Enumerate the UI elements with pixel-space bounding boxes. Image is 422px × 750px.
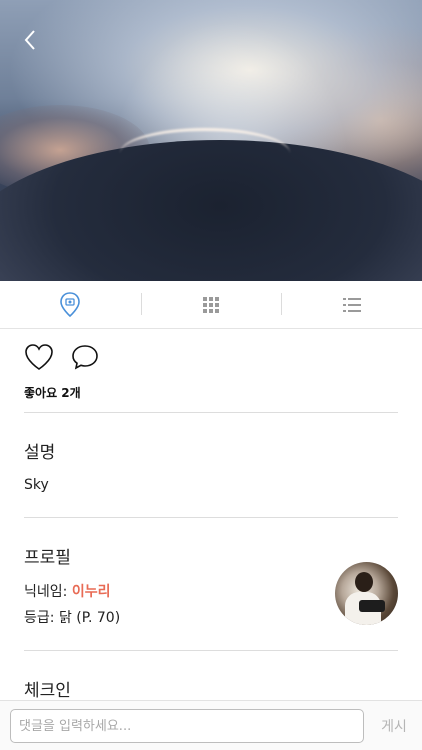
comment-bubble-icon[interactable] [70, 343, 100, 371]
grid-icon [203, 296, 219, 313]
tab-list[interactable] [281, 281, 422, 328]
heart-icon[interactable] [24, 343, 54, 371]
tab-grid[interactable] [140, 281, 282, 328]
checkin-title: 체크인 [24, 681, 71, 701]
description-text: Sky [24, 477, 49, 493]
avatar-object [359, 600, 385, 612]
view-tabs [0, 281, 422, 329]
grade-row: 등급: 닭 (P. 70) [24, 607, 120, 627]
grade-value: 닭 (P. 70) [58, 610, 121, 626]
avatar-head [355, 572, 373, 592]
comment-bar: 게시 [0, 700, 422, 750]
map-pin-icon [60, 291, 81, 317]
description-title: 설명 [24, 443, 56, 463]
hero-photo [0, 0, 422, 281]
back-chevron-icon[interactable] [18, 28, 42, 52]
cloud-rim [120, 128, 290, 178]
comment-input[interactable] [10, 709, 364, 743]
profile-title: 프로필 [24, 548, 71, 568]
divider [24, 412, 398, 413]
nickname-value[interactable]: 이누리 [72, 584, 111, 600]
grade-label: 등급: [24, 610, 55, 626]
avatar[interactable] [335, 562, 398, 625]
post-button[interactable]: 게시 [372, 709, 416, 743]
divider [24, 650, 398, 651]
nickname-row: 닉네임: 이누리 [24, 581, 110, 601]
tab-map[interactable] [0, 281, 141, 328]
post-actions [24, 340, 100, 374]
nickname-label: 닉네임: [24, 584, 68, 600]
likes-count[interactable]: 좋아요 2개 [24, 384, 81, 401]
divider [24, 517, 398, 518]
list-icon [342, 297, 361, 312]
